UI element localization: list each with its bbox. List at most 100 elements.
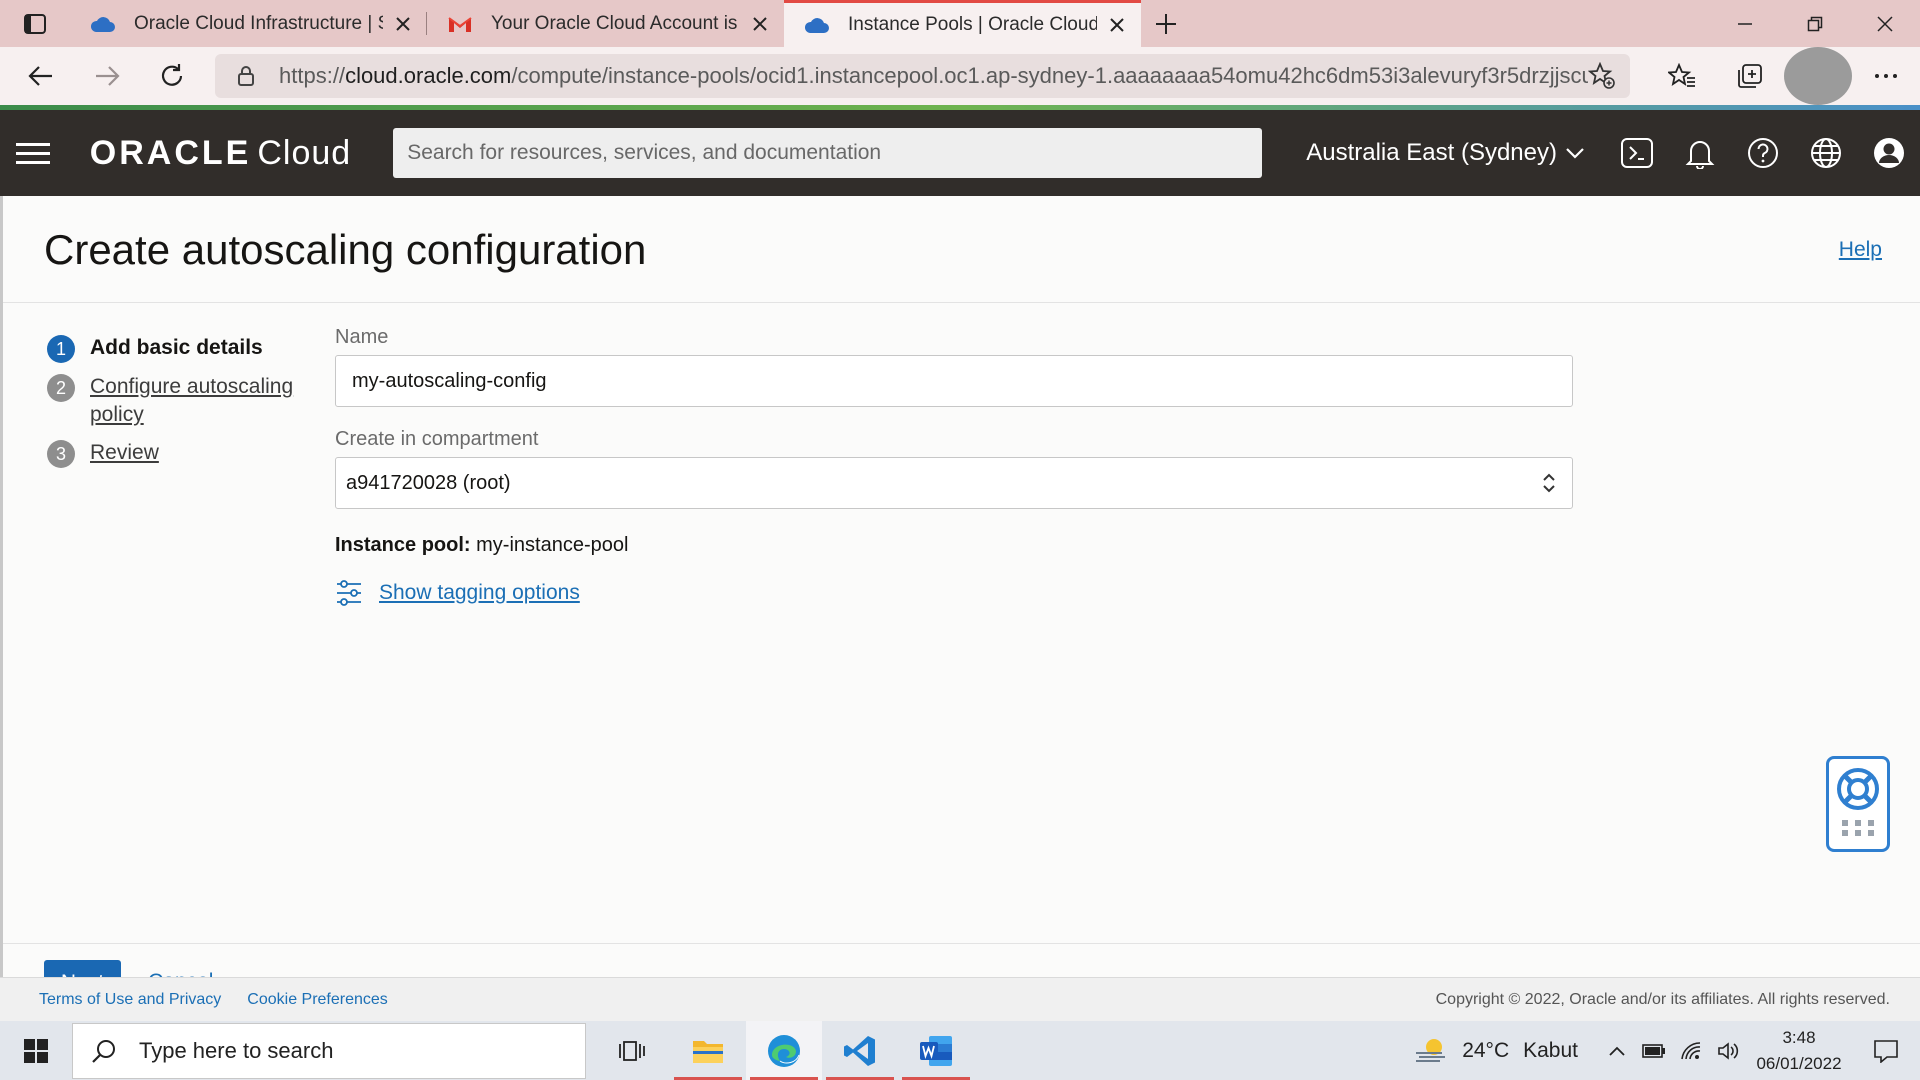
- compartment-label: Create in compartment: [335, 428, 539, 450]
- more-dots-icon: [1875, 74, 1898, 78]
- sliders-icon: [337, 580, 361, 606]
- step-add-basic-details[interactable]: 1 Add basic details: [47, 334, 317, 363]
- word-taskbar-button[interactable]: [898, 1021, 974, 1080]
- terminal-icon: [1620, 138, 1653, 168]
- arrow-right-icon: [95, 66, 120, 86]
- wizard-steps: 1 Add basic details 2 Configure autoscal…: [47, 334, 317, 478]
- show-tagging-options-link[interactable]: Show tagging options: [379, 581, 580, 605]
- bell-icon: [1685, 141, 1714, 169]
- clock[interactable]: 3:48 06/01/2022: [1746, 1025, 1852, 1077]
- notifications-button[interactable]: [1668, 110, 1731, 196]
- question-circle-icon: [1747, 138, 1778, 168]
- hamburger-menu-icon[interactable]: [16, 137, 50, 170]
- window-controls: [1710, 0, 1920, 47]
- close-icon[interactable]: [1107, 15, 1127, 35]
- cloud-icon: [804, 18, 829, 33]
- weather-fog-icon: [1416, 1038, 1446, 1062]
- add-favorite-icon[interactable]: [1588, 62, 1616, 90]
- language-button[interactable]: [1794, 110, 1857, 196]
- step-number: 3: [47, 440, 75, 468]
- refresh-icon: [162, 64, 183, 86]
- collections-icon: [1738, 64, 1762, 88]
- edge-taskbar-button[interactable]: [746, 1021, 822, 1080]
- browser-tab-1[interactable]: Oracle Cloud Infrastructure | Sign: [70, 0, 427, 47]
- browser-toolbar: [1648, 47, 1920, 105]
- url-text: https://cloud.oracle.com/compute/instanc…: [279, 63, 1589, 88]
- tab-actions-icon: [24, 13, 46, 34]
- windows-taskbar: Type here to search 24°C Kabut 3:48 06/0…: [0, 1021, 1920, 1080]
- step-label: Review: [90, 441, 159, 464]
- notification-icon: [1874, 1039, 1898, 1063]
- file-explorer-taskbar-button[interactable]: [670, 1021, 746, 1080]
- step-number: 2: [47, 374, 75, 402]
- speaker-icon: [1717, 1041, 1738, 1060]
- network-button[interactable]: [1672, 1041, 1709, 1061]
- tab-title: Your Oracle Cloud Account is Full: [491, 12, 740, 34]
- create-autoscaling-panel: Create autoscaling configuration Help 1 …: [0, 196, 1920, 1021]
- favorites-button[interactable]: [1648, 47, 1716, 105]
- settings-more-button[interactable]: [1852, 47, 1920, 105]
- tab-actions-button[interactable]: [0, 0, 70, 47]
- back-button[interactable]: [8, 47, 74, 105]
- notification-center-button[interactable]: [1852, 1039, 1920, 1063]
- minimize-button[interactable]: [1710, 0, 1780, 47]
- volume-button[interactable]: [1709, 1041, 1746, 1061]
- console-search-input[interactable]: Search for resources, services, and docu…: [393, 128, 1263, 178]
- chevron-up-icon: [1608, 1046, 1625, 1056]
- cloud-shell-button[interactable]: [1605, 110, 1668, 196]
- select-updown-icon: [1543, 473, 1555, 493]
- word-icon: [920, 1035, 952, 1066]
- cookie-preferences-link[interactable]: Cookie Preferences: [247, 991, 388, 1009]
- oracle-cloud-logo[interactable]: ORACLE Cloud: [90, 134, 351, 173]
- collections-button[interactable]: [1716, 47, 1784, 105]
- url-field[interactable]: https://cloud.oracle.com/compute/instanc…: [215, 54, 1631, 98]
- refresh-button[interactable]: [139, 47, 205, 105]
- basic-details-form: Name my-autoscaling-config Create in com…: [335, 326, 1575, 607]
- vscode-taskbar-button[interactable]: [822, 1021, 898, 1080]
- profile-button[interactable]: [1784, 47, 1853, 105]
- tab-title: Instance Pools | Oracle Cloud Infr: [848, 14, 1097, 35]
- favorites-icon: [1668, 63, 1696, 87]
- plus-icon: [1156, 13, 1176, 34]
- instance-pool-label: Instance pool:: [335, 534, 471, 556]
- user-profile-button[interactable]: [1857, 110, 1920, 196]
- system-tray: 24°C Kabut 3:48 06/01/2022: [1414, 1021, 1920, 1080]
- name-input[interactable]: my-autoscaling-config: [335, 355, 1573, 407]
- chevron-down-icon: [1566, 148, 1584, 159]
- tagging-options-toggle[interactable]: Show tagging options: [335, 579, 1575, 607]
- forward-button[interactable]: [74, 47, 140, 105]
- folder-icon: [693, 1040, 723, 1063]
- task-view-button[interactable]: [594, 1021, 670, 1080]
- close-icon[interactable]: [750, 14, 770, 34]
- user-icon: [1873, 138, 1904, 168]
- task-view-icon: [619, 1040, 645, 1061]
- lock-icon: [238, 66, 255, 86]
- page-title-bar: Create autoscaling configuration Help: [3, 196, 1920, 303]
- step-configure-autoscaling-policy[interactable]: 2 Configure autoscaling policy: [47, 373, 317, 429]
- help-link[interactable]: Help: [1839, 238, 1882, 262]
- show-hidden-icons-button[interactable]: [1598, 1041, 1635, 1061]
- compartment-select[interactable]: a941720028 (root): [335, 457, 1573, 509]
- region-selector[interactable]: Australia East (Sydney): [1306, 139, 1585, 167]
- windows-logo-icon: [24, 1038, 48, 1063]
- name-label: Name: [335, 326, 389, 348]
- support-help-widget[interactable]: [1826, 756, 1890, 852]
- taskbar-search-input[interactable]: Type here to search: [72, 1022, 586, 1079]
- start-button[interactable]: [0, 1021, 72, 1080]
- help-button[interactable]: [1731, 110, 1794, 196]
- browser-tab-2[interactable]: Your Oracle Cloud Account is Full: [427, 0, 784, 47]
- gmail-icon: [448, 16, 472, 32]
- step-review[interactable]: 3 Review: [47, 439, 317, 468]
- weather-widget[interactable]: 24°C Kabut: [1414, 1036, 1578, 1066]
- browser-tab-3-active[interactable]: Instance Pools | Oracle Cloud Infr: [784, 0, 1141, 47]
- page-title: Create autoscaling configuration: [44, 226, 647, 273]
- compartment-value: a941720028 (root): [346, 471, 511, 494]
- close-window-button[interactable]: [1850, 0, 1920, 47]
- restore-icon: [1807, 16, 1823, 31]
- close-icon[interactable]: [393, 14, 413, 34]
- new-tab-button[interactable]: [1141, 0, 1191, 47]
- battery-button[interactable]: [1635, 1041, 1672, 1061]
- terms-link[interactable]: Terms of Use and Privacy: [39, 991, 221, 1009]
- restore-button[interactable]: [1780, 0, 1850, 47]
- battery-icon: [1641, 1043, 1665, 1058]
